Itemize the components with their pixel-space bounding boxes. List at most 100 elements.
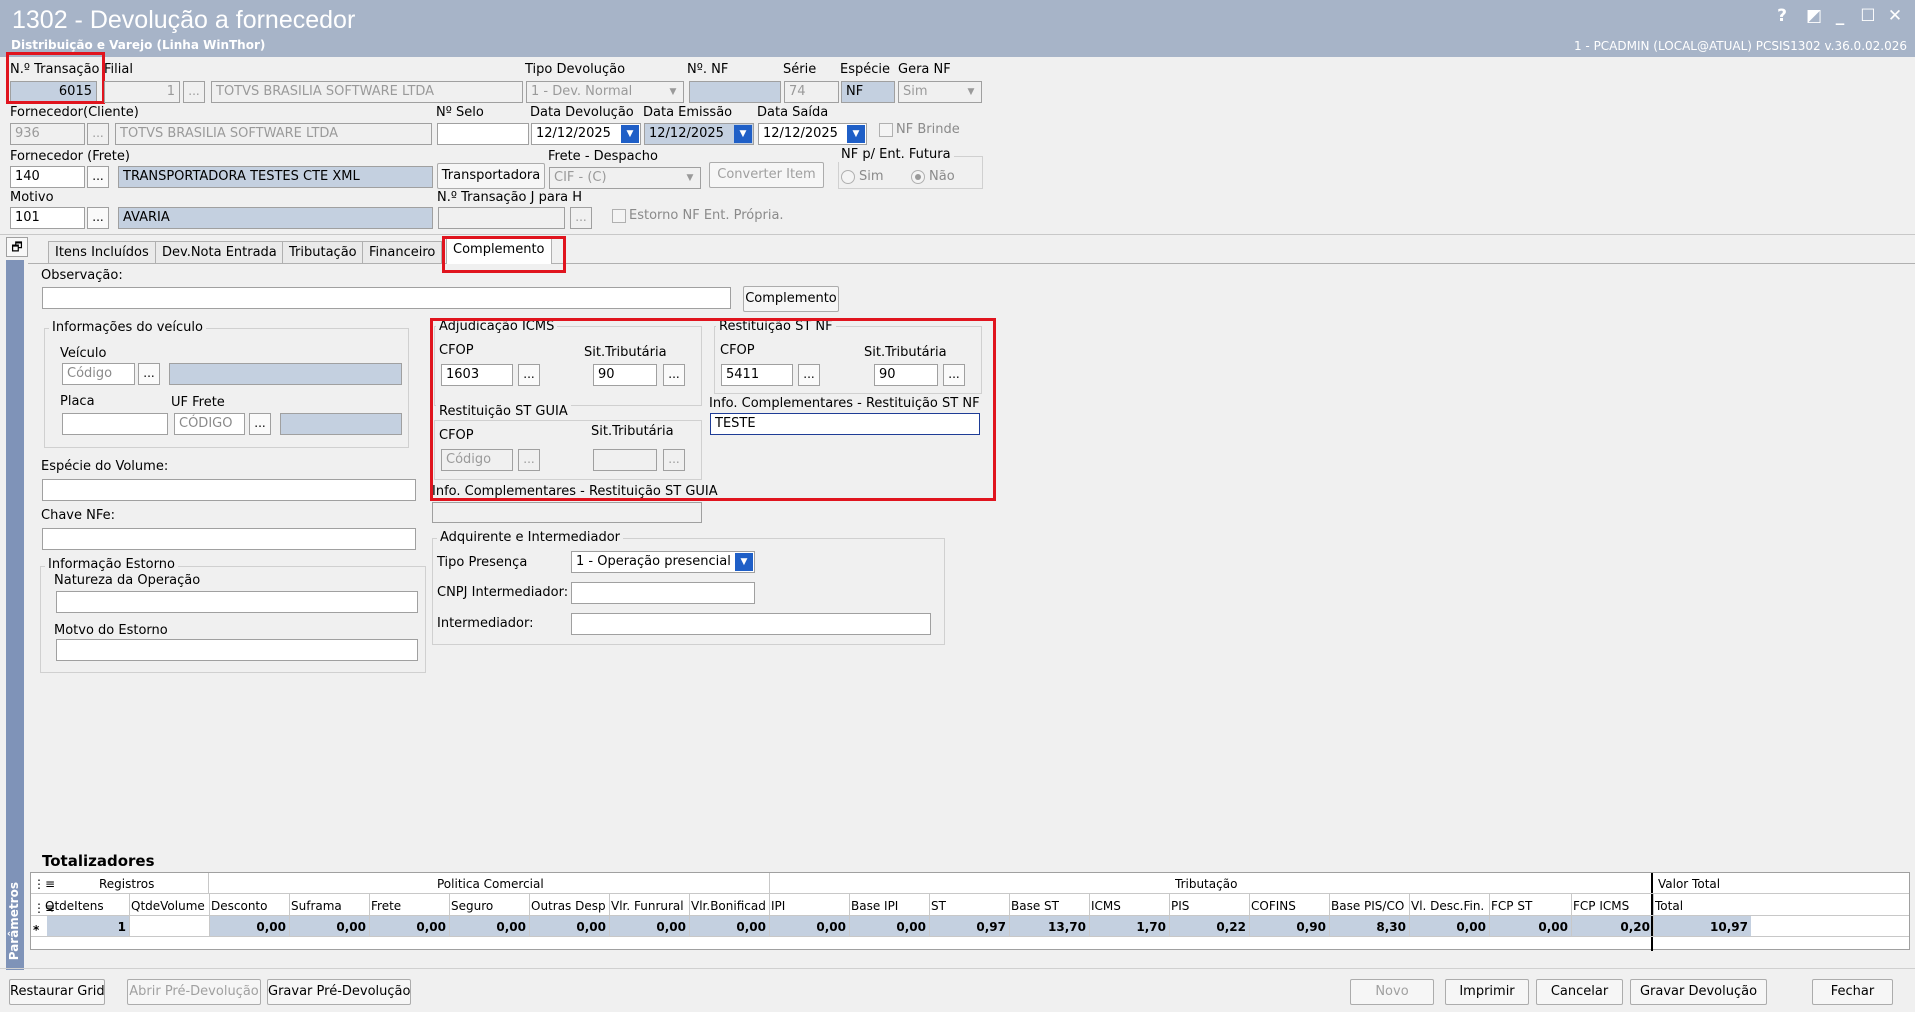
chevron-down-icon: ▼ [847,125,865,143]
especie-volume-label: Espécie do Volume: [41,459,169,474]
minimize-icon[interactable]: _ [1829,6,1851,26]
especie-field[interactable]: NF [841,81,895,103]
natureza-field[interactable] [56,591,418,613]
gravar-pre-devolucao-button[interactable]: Gravar Pré-Devolução [267,979,411,1005]
column-header[interactable]: FCP ICMS [1573,899,1651,913]
column-header[interactable]: Vl. Desc.Fin. [1411,899,1487,913]
total-cell: 0,00 [1538,920,1568,934]
motivo-lookup-button[interactable]: ... [87,207,109,229]
column-header[interactable]: FCP ST [1491,899,1569,913]
help-icon[interactable]: ? [1771,6,1793,26]
tab-financeiro[interactable]: Financeiro [362,241,443,263]
gera-nf-select[interactable]: Sim ▼ [898,81,982,103]
window-restore-icon[interactable]: 🗗 [6,237,28,257]
uf-frete-field[interactable]: CÓDIGO [174,413,245,435]
column-header[interactable]: QtdeVolume [131,899,207,913]
transacao-j-lookup-button[interactable]: ... [570,207,592,229]
intermediador-field[interactable] [571,613,931,635]
column-header[interactable]: IPI [771,899,847,913]
transacao-j-field[interactable] [438,207,565,229]
frete-despacho-label: Frete - Despacho [548,149,658,164]
column-header[interactable]: Seguro [451,899,527,913]
complemento-button[interactable]: Complemento [743,286,839,312]
fornecedor-frete-lookup-button[interactable]: ... [87,166,109,188]
filial-code-field[interactable]: 1 [104,81,180,103]
presenca-select[interactable]: 1 - Operação presencial ▼ [571,551,755,573]
column-header[interactable]: Frete [371,899,447,913]
column-header[interactable]: Total [1655,899,1749,913]
chave-nfe-field[interactable] [42,528,416,550]
fornecedor-frete-label: Fornecedor (Frete) [10,149,130,164]
filial-lookup-button[interactable]: ... [183,81,205,103]
close-icon[interactable]: ✕ [1884,6,1906,26]
tab-itens-incluidos[interactable]: Itens Incluídos [48,241,156,263]
column-header[interactable]: ICMS [1091,899,1167,913]
estorno-checkbox[interactable] [612,209,626,223]
serie-field[interactable]: 74 [784,81,839,103]
nf-futura-nao-radio[interactable] [911,170,925,184]
maximize-icon[interactable]: ☐ [1857,6,1879,26]
observacao-field[interactable] [42,287,731,309]
especie-volume-field[interactable] [42,479,416,501]
column-header[interactable]: Vlr.Bonificad [691,899,767,913]
restore-icon[interactable]: ◩ [1803,6,1825,26]
motivo-code-field[interactable]: 101 [10,207,85,229]
cancelar-button[interactable]: Cancelar [1536,979,1623,1005]
nf-futura-sim-radio[interactable] [841,170,855,184]
tab-tributacao[interactable]: Tributação [282,241,364,263]
tab-dev-nota-entrada[interactable]: Dev.Nota Entrada [155,241,284,263]
column-header[interactable]: Suframa [291,899,367,913]
cnpj-field[interactable] [571,582,755,604]
imprimir-button[interactable]: Imprimir [1445,979,1529,1005]
totalizadores-grid[interactable]: ⋮≡ ⋮≡ * Registros Politica Comercial Tri… [30,872,1910,951]
column-header[interactable]: Vlr. Funrural [611,899,687,913]
nf-label: Nº. NF [687,62,729,77]
tipo-devolucao-select[interactable]: 1 - Dev. Normal ▼ [526,81,684,103]
fornecedor-code-field[interactable]: 936 [10,123,85,145]
transacao-highlight [6,52,105,104]
frete-despacho-select[interactable]: CIF - (C) ▼ [549,167,701,189]
veiculo-lookup-button[interactable]: ... [138,363,160,385]
column-header[interactable]: Outras Desp [531,899,607,913]
column-header[interactable]: COFINS [1251,899,1327,913]
column-header[interactable]: ST [931,899,1007,913]
icms-highlight [430,318,996,501]
transportadora-button[interactable]: Transportadora [437,163,545,189]
novo-button[interactable]: Novo [1350,979,1434,1005]
fornecedor-label: Fornecedor(Cliente) [10,105,139,120]
column-header[interactable]: Desconto [211,899,287,913]
info-guia-field[interactable] [432,502,702,523]
converter-item-button[interactable]: Converter Item [709,162,824,188]
gravar-devolucao-button[interactable]: Gravar Devolução [1630,979,1767,1005]
nf-field[interactable] [689,81,781,103]
fornecedor-name-field: TOTVS BRASILIA SOFTWARE LTDA [115,123,432,145]
motivo-estorno-field[interactable] [56,639,418,661]
selo-field[interactable] [437,123,529,145]
fornecedor-lookup-button[interactable]: ... [87,123,109,145]
grid-menu-icon[interactable]: ⋮≡ [33,877,55,891]
total-cell: 0,22 [1216,920,1246,934]
fornecedor-frete-code-field[interactable]: 140 [10,166,85,188]
filial-label: Filial [104,62,133,77]
data-devolucao-picker[interactable]: 12/12/2025 ▼ [531,123,641,145]
veiculo-label: Veículo [60,346,107,361]
uf-frete-lookup-button[interactable]: ... [249,413,271,435]
column-header[interactable]: Base IPI [851,899,927,913]
total-cell: 8,30 [1376,920,1406,934]
total-cell: 0,00 [496,920,526,934]
fechar-button[interactable]: Fechar [1812,979,1893,1005]
data-emissao-picker[interactable]: 12/12/2025 ▼ [644,123,754,145]
column-header[interactable]: Base ST [1011,899,1087,913]
column-header[interactable]: QtdeItens [45,899,127,913]
column-header[interactable]: PIS [1171,899,1247,913]
restaurar-grid-button[interactable]: Restaurar Grid [9,979,105,1005]
column-header[interactable]: Base PIS/CO [1331,899,1407,913]
parametros-sidebar[interactable]: Parâmetros [6,260,24,970]
data-saida-picker[interactable]: 12/12/2025 ▼ [758,123,867,145]
observacao-label: Observação: [41,268,123,283]
veiculo-code-field[interactable]: Código [62,363,135,385]
nf-brinde-checkbox[interactable] [879,123,893,137]
abrir-pre-devolucao-button[interactable]: Abrir Pré-Devolução [127,979,261,1005]
total-cell: 0,97 [976,920,1006,934]
placa-field[interactable] [62,413,168,435]
